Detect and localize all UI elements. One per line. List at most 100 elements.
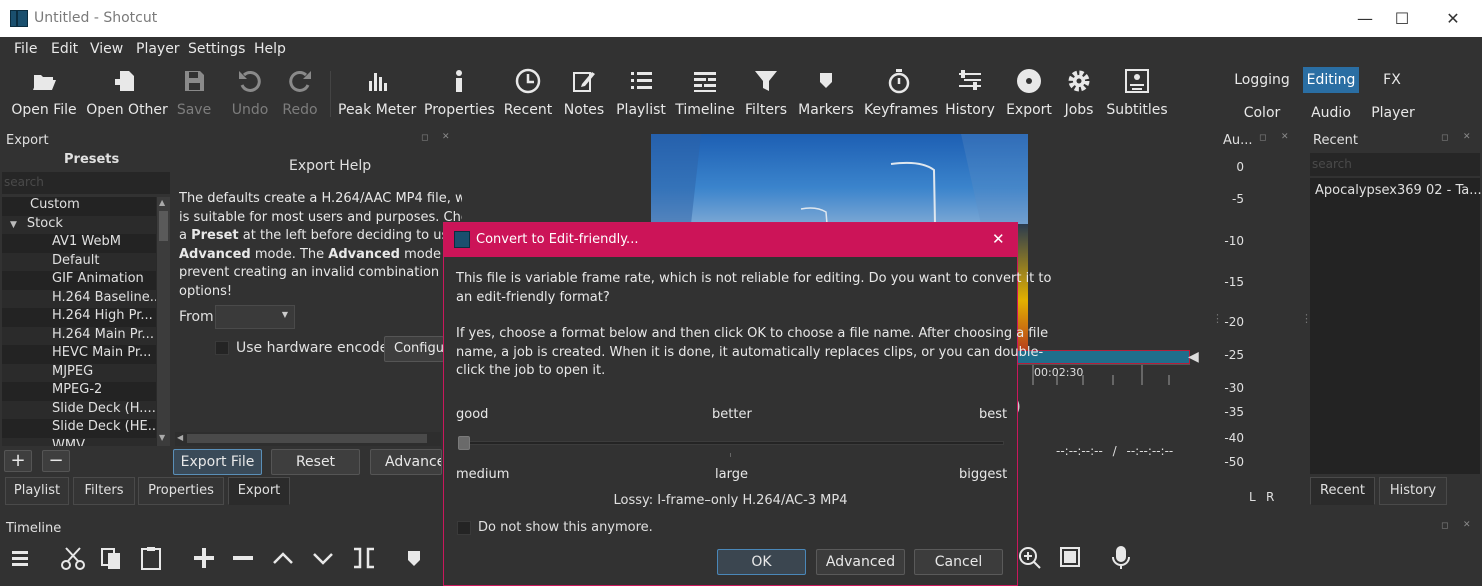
layout-logging[interactable]: Logging (1232, 67, 1292, 93)
preset-row[interactable]: H.264 Main Pr... (2, 326, 156, 345)
subtitles-button[interactable]: Subtitles (1106, 61, 1168, 123)
undock-icon[interactable]: ◻ (1259, 133, 1266, 143)
scrollbar-thumb[interactable] (159, 211, 168, 241)
menu-edit[interactable]: Edit (51, 41, 78, 57)
marker-icon (820, 73, 832, 88)
keyframes-button[interactable]: Keyframes (864, 61, 938, 123)
video-preview[interactable] (651, 134, 1028, 224)
markers-button[interactable]: Markers (798, 61, 854, 123)
preset-search-input[interactable]: search (2, 172, 170, 194)
export-button[interactable]: Export (1004, 61, 1054, 123)
tab-history[interactable]: History (1379, 477, 1447, 505)
ok-button[interactable]: OK (717, 549, 806, 575)
configure-button[interactable]: Configu (384, 336, 444, 362)
help-line: prevent creating an invalid combination … (179, 265, 456, 280)
layout-editing[interactable]: Editing (1303, 67, 1359, 93)
preset-row[interactable]: H.264 High Pr... (2, 308, 156, 327)
properties-button[interactable]: Properties (424, 61, 495, 123)
maximize-button[interactable]: ☐ (1379, 0, 1425, 37)
cancel-button[interactable]: Cancel (914, 549, 1003, 575)
remove-preset-button[interactable]: − (42, 450, 70, 472)
help-horizontal-scrollbar[interactable]: ◀ (175, 432, 441, 446)
preset-row[interactable]: WMV (2, 437, 156, 446)
menu-settings[interactable]: Settings (188, 41, 245, 57)
presets-scrollbar[interactable]: ▲ ▼ (156, 197, 170, 446)
scroll-up-icon[interactable]: ▲ (159, 198, 165, 207)
subtitles-icon (1125, 69, 1149, 93)
preset-row[interactable]: HEVC Main Pr... (2, 345, 156, 364)
dialog-close-button[interactable]: ✕ (992, 230, 1005, 248)
save-button[interactable]: Save (172, 61, 216, 123)
advanced-export-button[interactable]: Advanced (370, 449, 442, 475)
close-panel-icon[interactable]: ✕ (1281, 132, 1289, 142)
help-bold-advanced: Advanced (328, 246, 400, 262)
redo-button[interactable]: Redo (278, 61, 322, 123)
scrollbar-thumb[interactable] (187, 434, 427, 443)
list-item[interactable]: Apocalypsex369 02 - Ta... (1315, 183, 1482, 198)
add-preset-button[interactable]: + (4, 450, 32, 472)
preset-row[interactable]: GIF Animation (2, 271, 156, 290)
preset-row[interactable]: Default (2, 252, 156, 271)
recent-search-input[interactable]: search (1310, 153, 1480, 176)
scroll-down-icon[interactable]: ▼ (159, 433, 165, 442)
menu-file[interactable]: File (14, 41, 37, 57)
hw-encoder-checkbox[interactable] (215, 341, 229, 355)
close-panel-icon[interactable]: ✕ (1463, 132, 1471, 142)
preset-row-custom[interactable]: Custom (2, 197, 156, 216)
preset-row-stock[interactable]: ▼ Stock (2, 215, 156, 234)
open-other-button[interactable]: Open Other (86, 61, 168, 123)
jobs-button[interactable]: Jobs (1058, 61, 1100, 123)
splitter-handle-icon[interactable]: ⋮ (1212, 312, 1223, 325)
layout-fx[interactable]: FX (1376, 67, 1408, 93)
preset-row[interactable]: H.264 Baseline... (2, 289, 156, 308)
export-file-button[interactable]: Export File (173, 449, 262, 475)
save-icon (185, 71, 204, 91)
presets-tree[interactable]: Custom ▼ Stock AV1 WebM Default GIF Anima… (2, 197, 170, 446)
tab-properties[interactable]: Properties (138, 477, 224, 505)
undo-button[interactable]: Undo (228, 61, 272, 123)
tab-export[interactable]: Export (228, 477, 290, 505)
preset-row[interactable]: Slide Deck (HE... (2, 419, 156, 438)
history-button[interactable]: History (944, 61, 996, 123)
export-help-title: Export Help (289, 158, 372, 174)
filters-button[interactable]: Filters (742, 61, 790, 123)
recent-button[interactable]: Recent (503, 61, 553, 123)
tab-filters[interactable]: Filters (73, 477, 135, 505)
undock-icon[interactable]: ◻ (421, 133, 428, 143)
close-panel-icon[interactable]: ✕ (442, 132, 450, 142)
preset-row[interactable]: AV1 WebM (2, 234, 156, 253)
close-button[interactable]: ✕ (1430, 0, 1476, 37)
advanced-button[interactable]: Advanced (816, 549, 905, 575)
undock-icon[interactable]: ◻ (1441, 133, 1448, 143)
quality-slider[interactable] (458, 441, 1004, 445)
close-panel-icon[interactable]: ✕ (1463, 520, 1471, 530)
playhead-marker-icon[interactable]: ◀ (1188, 349, 1199, 365)
menu-help[interactable]: Help (254, 41, 286, 57)
layout-audio[interactable]: Audio (1306, 100, 1356, 126)
layout-player[interactable]: Player (1368, 100, 1418, 126)
tab-playlist[interactable]: Playlist (5, 477, 69, 505)
preset-row[interactable]: MPEG-2 (2, 382, 156, 401)
quality-slider-handle[interactable] (458, 436, 470, 450)
player-timecodes: --:--:--:-- / --:--:--:-- (1056, 444, 1173, 458)
reset-button[interactable]: Reset (271, 449, 360, 475)
disc-icon (1017, 69, 1041, 93)
timeline-button[interactable]: Timeline (674, 61, 736, 123)
position-timecode[interactable]: --:--:--:-- (1056, 444, 1103, 458)
layout-color[interactable]: Color (1238, 100, 1286, 126)
do-not-show-checkbox[interactable] (457, 521, 471, 535)
preset-row[interactable]: Slide Deck (H.... (2, 400, 156, 419)
player-ruler[interactable]: 00:02:30 (1017, 364, 1190, 385)
playlist-button[interactable]: Playlist (614, 61, 668, 123)
from-dropdown[interactable]: ▼ (215, 305, 295, 329)
peak-meter-button[interactable]: Peak Meter (338, 61, 416, 123)
notes-button[interactable]: Notes (560, 61, 608, 123)
scroll-left-icon[interactable]: ◀ (177, 433, 183, 442)
preset-row[interactable]: MJPEG (2, 363, 156, 382)
menu-view[interactable]: View (90, 41, 123, 57)
open-file-button[interactable]: Open File (8, 61, 80, 123)
tab-recent[interactable]: Recent (1310, 477, 1375, 505)
recent-list[interactable]: Apocalypsex369 02 - Ta... (1310, 178, 1482, 474)
undock-icon[interactable]: ◻ (1441, 521, 1448, 531)
menu-player[interactable]: Player (136, 41, 180, 57)
